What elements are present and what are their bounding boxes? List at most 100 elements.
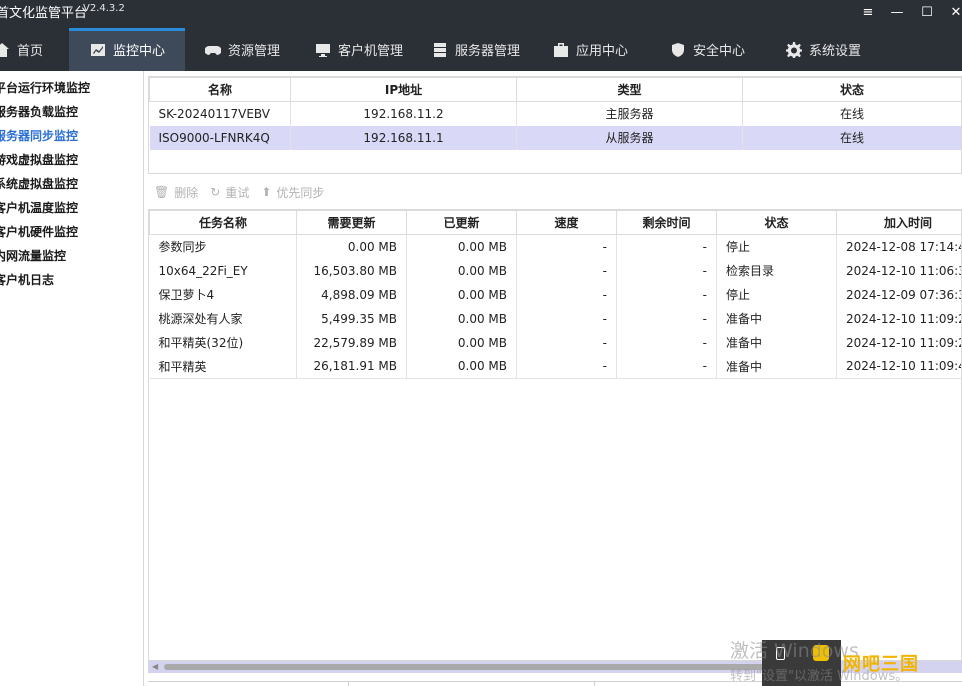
task-status: 停止 (716, 282, 837, 307)
nav-item-servers[interactable]: 服务器管理 (432, 28, 542, 71)
task-status: 准备中 (716, 354, 837, 379)
column-header[interactable]: 加入时间 (836, 210, 961, 235)
retry-button[interactable]: ↻ 重试 (210, 184, 249, 201)
nav-item-clients[interactable]: 客户机管理 (315, 28, 425, 71)
minimize-icon[interactable]: — (883, 0, 911, 24)
sidebar-item-client-hardware[interactable]: 客户机硬件监控 (0, 221, 78, 243)
task-table-header: 任务名称 需要更新 已更新 速度 剩余时间 状态 加入时间 (149, 210, 961, 235)
close-icon[interactable]: ✕ (942, 0, 962, 24)
nav-label: 安全中心 (693, 44, 746, 59)
task-status: 准备中 (716, 306, 837, 331)
sidebar-item-game-vdisk[interactable]: 游戏虚拟盘监控 (0, 149, 78, 171)
nav-item-security[interactable]: 安全中心 (670, 28, 770, 71)
column-header[interactable]: 类型 (516, 77, 743, 102)
task-speed: - (516, 330, 617, 355)
scrollbar-thumb[interactable] (164, 664, 774, 670)
task-need: 16,503.80 MB (296, 258, 407, 283)
column-header[interactable]: 需要更新 (296, 210, 407, 235)
table-row[interactable]: 和平精英(32位) 22,579.89 MB 0.00 MB - - 准备中 2… (149, 330, 961, 355)
column-header[interactable]: 速度 (516, 210, 617, 235)
site-logo: 网吧三国 (843, 654, 919, 675)
nav-label: 资源管理 (228, 44, 281, 59)
nav-item-home[interactable]: 首页 (0, 28, 56, 71)
nav-item-resources[interactable]: 资源管理 (205, 28, 305, 71)
table-row[interactable]: 保卫萝卜4 4,898.09 MB 0.00 MB - - 停止 2024-12… (149, 282, 961, 307)
priority-sync-button[interactable]: ⬆ 优先同步 (261, 184, 324, 201)
maximize-icon[interactable]: ☐ (913, 0, 941, 24)
menu-icon[interactable]: ≡ (854, 0, 882, 24)
task-done: 0.00 MB (406, 330, 517, 355)
sidebar-item-server-sync[interactable]: 服务器同步监控 (0, 125, 78, 147)
sidebar-item-platform-env[interactable]: 平台运行环境监控 (0, 77, 90, 99)
retry-label: 重试 (225, 185, 250, 200)
refresh-icon: ↻ (210, 185, 221, 199)
nav-item-monitor[interactable]: 监控中心 (69, 28, 185, 71)
task-added: 2024-12-10 11:09:26 (836, 330, 961, 355)
title-bar: 首文化监管平台 V2.4.3.2 ≡ — ☐ ✕ (0, 0, 962, 28)
sidebar-item-lan-traffic[interactable]: 内网流量监控 (0, 245, 66, 267)
server-ip: 192.168.11.1 (290, 125, 517, 150)
sidebar-item-client-log[interactable]: 客户机日志 (0, 269, 54, 291)
task-speed: - (516, 282, 617, 307)
sidebar-item-system-vdisk[interactable]: 系统虚拟盘监控 (0, 173, 78, 195)
table-row[interactable]: ISO9000-LFNRK4Q 192.168.11.1 从服务器 在线 (149, 125, 961, 150)
column-header[interactable]: 名称 (149, 77, 291, 102)
task-name: 和平精英(32位) (149, 330, 297, 355)
table-row[interactable]: 10x64_22Fi_EY 16,503.80 MB 0.00 MB - - 检… (149, 258, 961, 283)
column-header[interactable]: 已更新 (406, 210, 517, 235)
column-header[interactable]: IP地址 (290, 77, 517, 102)
table-row[interactable]: 和平精英 26,181.91 MB 0.00 MB - - 准备中 2024-1… (149, 354, 961, 379)
scroll-left-icon[interactable]: ◀ (152, 662, 158, 671)
main-panel: 名称 IP地址 类型 状态 SK-20240117VEBV 192.168.11… (148, 76, 962, 686)
nav-item-settings[interactable]: 系统设置 (786, 28, 886, 71)
nav-label: 系统设置 (809, 44, 862, 59)
task-remaining: - (616, 306, 717, 331)
column-header[interactable]: 任务名称 (149, 210, 297, 235)
task-added: 2024-12-08 17:14:46 (836, 234, 961, 259)
task-need: 0.00 MB (296, 234, 407, 259)
server-type: 从服务器 (516, 125, 743, 150)
task-added: 2024-12-10 11:09:42 (836, 354, 961, 379)
task-remaining: - (616, 330, 717, 355)
sync-task-table: 任务名称 需要更新 已更新 速度 剩余时间 状态 加入时间 参数同步 0.00 … (148, 209, 962, 661)
delete-button[interactable]: 🗑 删除 (154, 184, 198, 201)
sidebar-item-client-temp[interactable]: 客户机温度监控 (0, 197, 78, 219)
task-done: 0.00 MB (406, 282, 517, 307)
task-remaining: - (616, 234, 717, 259)
task-added: 2024-12-10 11:06:38 (836, 258, 961, 283)
nav-label: 服务器管理 (455, 44, 521, 59)
task-toolbar: 🗑 删除 ↻ 重试 ⬆ 优先同步 (148, 181, 962, 203)
task-done: 0.00 MB (406, 354, 517, 379)
app-version: V2.4.3.2 (83, 3, 125, 14)
nav-label: 客户机管理 (338, 44, 404, 59)
task-speed: - (516, 306, 617, 331)
task-done: 0.00 MB (406, 306, 517, 331)
gear-icon (786, 41, 802, 58)
app-window: 首文化监管平台 V2.4.3.2 ≡ — ☐ ✕ 首页 监控中心 资源管理 客户… (0, 0, 962, 686)
priority-label: 优先同步 (276, 185, 325, 200)
app-title: 首文化监管平台 (0, 6, 88, 21)
sidebar: 平台运行环境监控 服务器负载监控 服务器同步监控 游戏虚拟盘监控 系统虚拟盘监控… (0, 71, 144, 686)
task-speed: - (516, 354, 617, 379)
server-status: 在线 (742, 101, 961, 126)
table-row[interactable]: SK-20240117VEBV 192.168.11.2 主服务器 在线 (149, 101, 961, 126)
task-speed: - (516, 234, 617, 259)
task-name: 和平精英 (149, 354, 297, 379)
trash-icon: 🗑 (154, 185, 170, 199)
monitor-icon (316, 43, 330, 57)
table-row[interactable]: 桃源深处有人家 5,499.35 MB 0.00 MB - - 准备中 2024… (149, 306, 961, 331)
task-done: 0.00 MB (406, 258, 517, 283)
column-header[interactable]: 状态 (716, 210, 837, 235)
server-type: 主服务器 (516, 101, 743, 126)
sidebar-item-server-load[interactable]: 服务器负载监控 (0, 101, 78, 123)
task-remaining: - (616, 258, 717, 283)
task-need: 4,898.09 MB (296, 282, 407, 307)
table-row[interactable]: 参数同步 0.00 MB 0.00 MB - - 停止 2024-12-08 1… (149, 234, 961, 259)
gamepad-icon (205, 45, 221, 55)
column-header[interactable]: 剩余时间 (616, 210, 717, 235)
server-name: SK-20240117VEBV (149, 101, 291, 126)
task-need: 22,579.89 MB (296, 330, 407, 355)
column-header[interactable]: 状态 (742, 77, 961, 102)
nav-item-apps[interactable]: 应用中心 (553, 28, 653, 71)
task-added: 2024-12-10 11:09:22 (836, 306, 961, 331)
